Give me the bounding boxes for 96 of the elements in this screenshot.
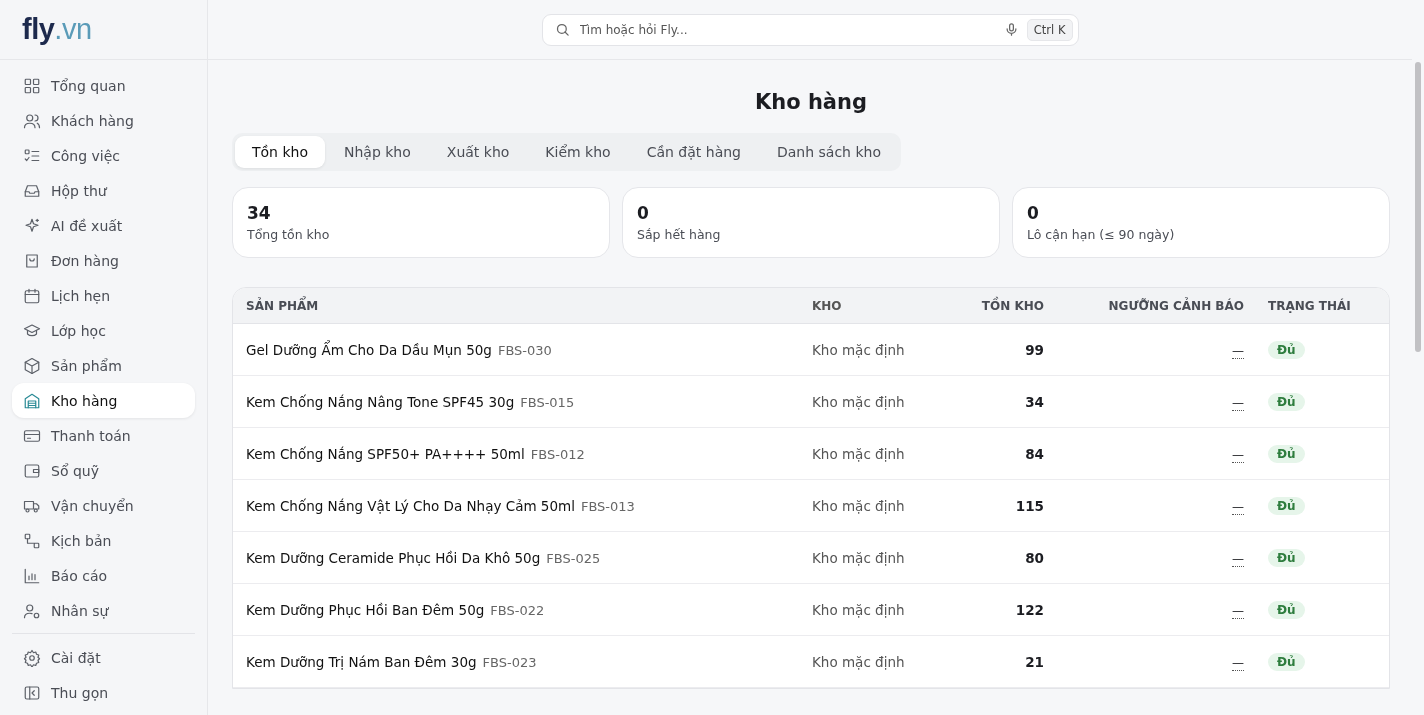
sidebar-item[interactable]: Kịch bản xyxy=(12,523,195,558)
warehouse-cell-text: Kho mặc định xyxy=(812,393,906,410)
panel-icon xyxy=(23,683,41,702)
product-name: Kem Chống Nắng Nâng Tone SPF45 30g xyxy=(246,393,515,410)
sidebar-item[interactable]: AI đề xuất xyxy=(12,208,195,243)
settings-icon xyxy=(23,648,41,667)
stat-value: 34 xyxy=(247,203,272,223)
stat-value: 0 xyxy=(637,203,650,223)
sidebar-item[interactable]: Hộp thư xyxy=(12,173,195,208)
status-badge: Đủ xyxy=(1268,496,1305,515)
sidebar-item[interactable]: Công việc xyxy=(12,138,195,173)
menu-item-icon xyxy=(23,461,41,480)
product-sku: FBS-025 xyxy=(546,550,601,566)
stat-value: 0 xyxy=(1027,203,1040,223)
menu-item-icon xyxy=(23,76,41,95)
warehouse-cell-text: Kho mặc định xyxy=(812,497,906,514)
menu-item-icon xyxy=(23,251,41,270)
menu-item-icon xyxy=(23,356,41,375)
product-sku: FBS-022 xyxy=(490,602,545,618)
product-name: Kem Chống Nắng Vật Lý Cho Da Nhạy Cảm 50ml xyxy=(246,497,575,514)
threshold-value: — xyxy=(1232,343,1244,359)
product-sku: FBS-030 xyxy=(497,342,552,358)
search-input[interactable]: Tìm hoặc hỏi Fly... xyxy=(577,21,996,38)
status-badge: Đủ xyxy=(1268,340,1305,359)
search-field[interactable]: Tìm hoặc hỏi Fly... Ctrl K xyxy=(541,13,1079,46)
sidebar-item[interactable]: Tổng quan xyxy=(12,68,195,103)
product-sku: FBS-013 xyxy=(580,498,635,514)
sidebar-item[interactable]: Thanh toán xyxy=(12,418,195,453)
stock-cell: 34 xyxy=(1025,393,1044,410)
product-name: Gel Dưỡng Ẩm Cho Da Dầu Mụn 50g xyxy=(246,341,492,358)
threshold-value: — xyxy=(1232,603,1244,619)
sidebar-item[interactable]: Lớp học xyxy=(12,313,195,348)
product-sku: FBS-015 xyxy=(520,394,575,410)
product-sku: FBS-012 xyxy=(530,446,585,462)
status-badge: Đủ xyxy=(1268,652,1305,671)
menu-item-icon xyxy=(23,286,41,305)
stock-cell: 115 xyxy=(1015,497,1044,514)
threshold-value: — xyxy=(1232,395,1244,411)
warehouse-cell-text: Kho mặc định xyxy=(812,341,906,358)
product-sku: FBS-023 xyxy=(482,654,537,670)
threshold-value: — xyxy=(1232,551,1244,567)
column-header: NGƯỠNG CẢNH BÁO xyxy=(1108,298,1244,313)
sidebar-item[interactable]: Thu gọn xyxy=(12,675,195,710)
warehouse-cell-text: Kho mặc định xyxy=(812,601,906,618)
stat-label: Tổng tồn kho xyxy=(247,227,331,242)
status-badge: Đủ xyxy=(1268,548,1305,567)
page-title: Kho hàng xyxy=(753,89,869,116)
stock-cell: 122 xyxy=(1015,601,1044,618)
tab[interactable]: Kiểm kho xyxy=(528,136,628,168)
product-name: Kem Chống Nắng SPF50+ PA++++ 50ml xyxy=(246,445,525,462)
sidebar-item[interactable]: Đơn hàng xyxy=(12,243,195,278)
stock-cell: 84 xyxy=(1025,445,1044,462)
menu-item-icon xyxy=(23,391,41,410)
column-header: KHO xyxy=(812,298,843,313)
sidebar-item[interactable]: Nhân sự xyxy=(12,593,195,628)
product-name: Kem Dưỡng Phục Hồi Ban Đêm 50g xyxy=(246,601,485,618)
sidebar-item[interactable]: Cài đặt xyxy=(12,640,195,675)
warehouse-cell-text: Kho mặc định xyxy=(812,549,906,566)
stat-label: Sắp hết hàng xyxy=(637,227,722,242)
product-name: Kem Dưỡng Ceramide Phục Hồi Da Khô 50g xyxy=(246,549,541,566)
status-badge: Đủ xyxy=(1268,600,1305,619)
threshold-value: — xyxy=(1232,655,1244,671)
threshold-value: — xyxy=(1232,499,1244,515)
menu-item-icon xyxy=(23,111,41,130)
sidebar-item[interactable]: Kho hàng xyxy=(12,383,195,418)
column-header: TRẠNG THÁI xyxy=(1267,298,1352,313)
sidebar-item[interactable]: Lịch hẹn xyxy=(12,278,195,313)
warehouse-cell-text: Kho mặc định xyxy=(812,445,906,462)
tab[interactable]: Nhập kho xyxy=(327,136,428,168)
menu-item-icon xyxy=(23,601,41,620)
menu-item-icon xyxy=(23,531,41,550)
sidebar-item[interactable]: Sổ quỹ xyxy=(12,453,195,488)
sidebar-item[interactable]: Khách hàng xyxy=(12,103,195,138)
tab[interactable]: Danh sách kho xyxy=(759,136,898,168)
stat-label: Lô cận hạn (≤ 90 ngày) xyxy=(1027,227,1176,242)
stock-cell: 80 xyxy=(1025,549,1044,566)
logo: fly.vn xyxy=(22,13,92,46)
product-name: Kem Dưỡng Trị Nám Ban Đêm 30g xyxy=(246,653,477,670)
warehouse-cell-text: Kho mặc định xyxy=(812,653,906,670)
stock-cell: 21 xyxy=(1025,653,1044,670)
search-icon xyxy=(554,22,570,37)
status-badge: Đủ xyxy=(1268,392,1305,411)
status-badge: Đủ xyxy=(1268,444,1305,463)
tab[interactable]: Cần đặt hàng xyxy=(629,136,758,168)
tab[interactable]: Tồn kho xyxy=(235,136,325,168)
column-header: TỒN KHO xyxy=(981,298,1044,313)
sidebar-item[interactable]: Báo cáo xyxy=(12,558,195,593)
threshold-value: — xyxy=(1232,447,1244,463)
tab[interactable]: Xuất kho xyxy=(429,136,527,168)
menu-item-icon xyxy=(23,566,41,585)
menu-item-icon xyxy=(23,216,41,235)
stock-cell: 99 xyxy=(1025,341,1044,358)
column-header: SẢN PHẨM xyxy=(246,298,320,313)
shortcut-key: Ctrl K xyxy=(1026,18,1073,41)
sidebar-item[interactable]: Vận chuyển xyxy=(12,488,195,523)
sidebar-item[interactable]: Sản phẩm xyxy=(12,348,195,383)
